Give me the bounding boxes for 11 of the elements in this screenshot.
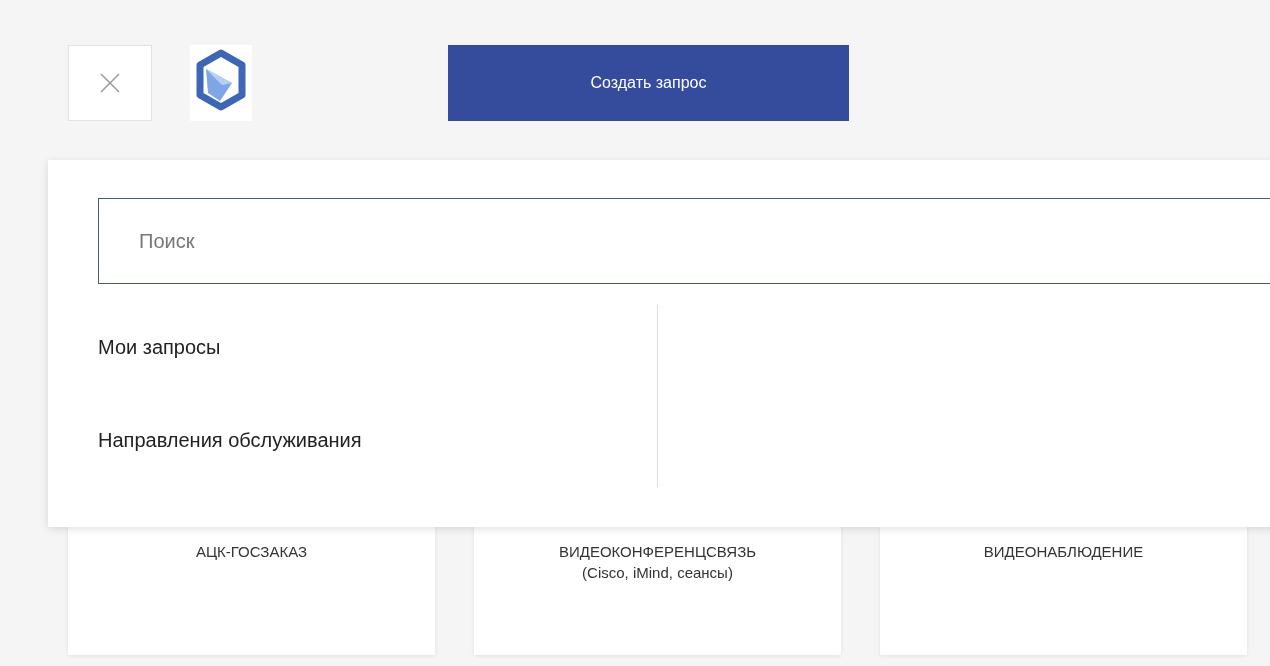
card-subtitle: (Cisco, iMind, сеансы) [582,564,733,581]
hexagon-logo-icon [190,45,252,121]
create-request-button[interactable]: Создать запрос [448,45,849,121]
menu-item[interactable]: Направления обслуживания [98,429,657,452]
search-field[interactable]: Поиск [98,198,1270,284]
close-icon [99,72,121,94]
card-title: ВИДЕОНАБЛЮДЕНИЕ [983,543,1144,560]
close-button[interactable] [68,45,152,121]
menu-item[interactable]: Мои запросы [98,336,657,359]
card-title: ВИДЕОКОНФЕРЕНЦСВЯЗЬ [558,543,757,560]
card-title: АЦК-ГОСЗАКАЗ [195,543,308,560]
